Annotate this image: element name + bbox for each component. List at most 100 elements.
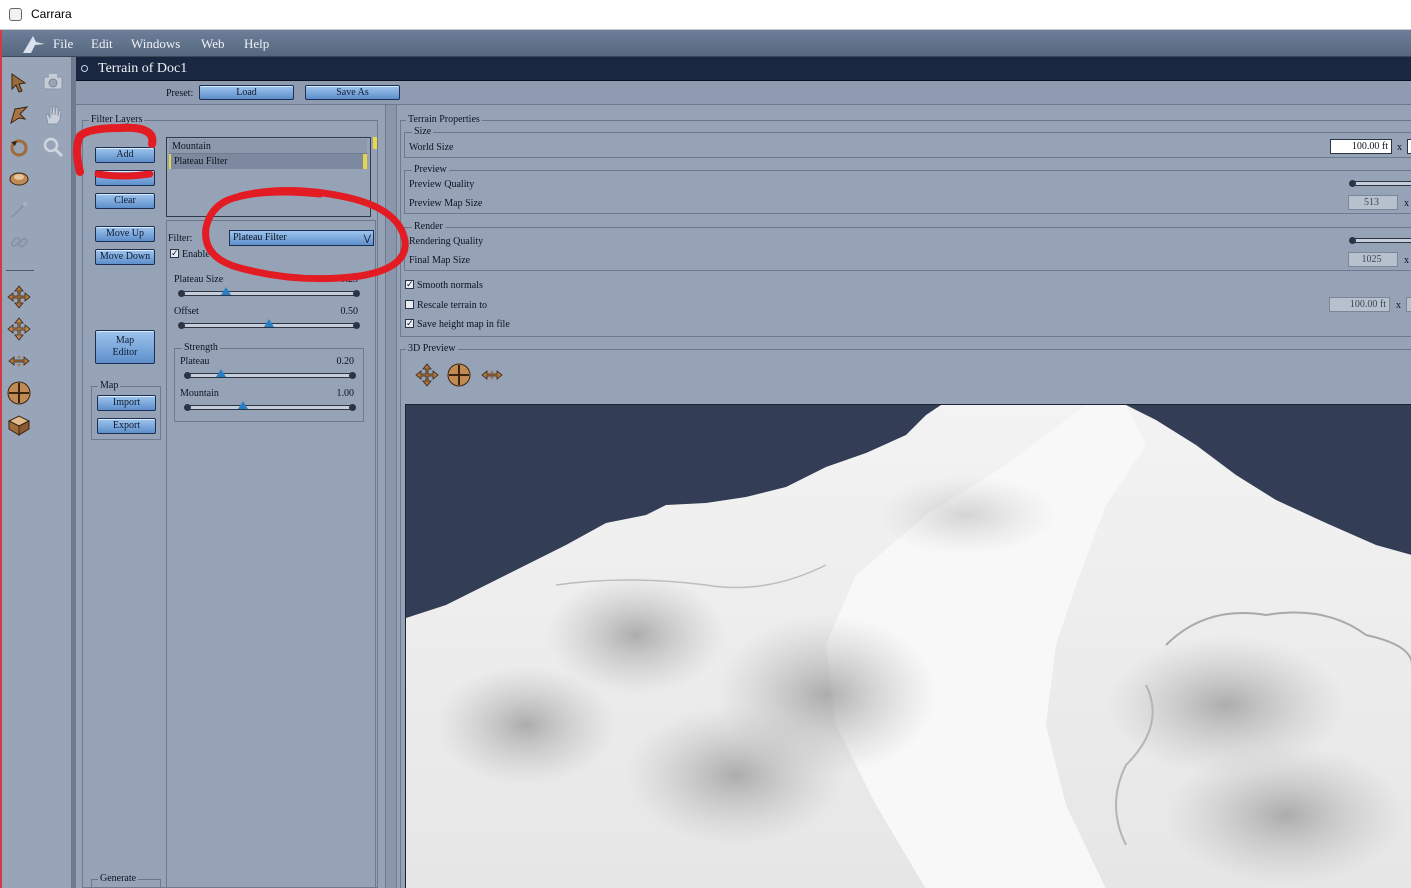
- orbit-disc-icon[interactable]: [6, 165, 32, 191]
- filter-layer-list[interactable]: Mountain Plateau Filter: [166, 137, 371, 217]
- menu-windows[interactable]: Windows: [131, 36, 180, 52]
- add-layer-button[interactable]: Add: [95, 147, 155, 163]
- offset-slider[interactable]: [178, 319, 360, 329]
- preview-trackball-icon[interactable]: [446, 362, 472, 388]
- move-4way-icon[interactable]: [6, 284, 32, 310]
- preview-3d-title: 3D Preview: [406, 343, 458, 354]
- offset-label: Offset: [174, 306, 199, 317]
- terrain-3d-viewport[interactable]: [405, 404, 1411, 888]
- map-editor-button[interactable]: Map Editor: [95, 330, 155, 364]
- tool-palette: [2, 57, 72, 888]
- preview-group-title: Preview: [412, 164, 449, 175]
- collapse-circle-icon[interactable]: [81, 65, 88, 72]
- rescale-terrain-y-input[interactable]: [1406, 297, 1411, 312]
- move-plane-icon[interactable]: [6, 316, 32, 342]
- toolbar-divider[interactable]: [72, 57, 76, 888]
- strength-mountain-value: 1.00: [336, 388, 355, 399]
- filter-type-select[interactable]: Plateau Filter ⋁: [229, 230, 374, 246]
- final-map-size-x-label: x: [1404, 255, 1409, 266]
- preview-dolly-icon[interactable]: [479, 362, 505, 388]
- world-size-input[interactable]: 100.00 ft: [1330, 139, 1392, 154]
- document-title: Terrain of Doc1: [98, 61, 188, 76]
- virtual-trackball-icon[interactable]: [6, 380, 32, 406]
- plateau-size-value: 0.25: [340, 274, 359, 285]
- rescale-terrain-checkbox[interactable]: [405, 300, 414, 309]
- preset-save-as-button[interactable]: Save As: [305, 85, 400, 100]
- strength-mountain-slider-thumb[interactable]: [237, 401, 248, 409]
- smooth-normals-label: Smooth normals: [417, 280, 483, 291]
- texture-plane-icon[interactable]: [6, 412, 32, 438]
- menu-edit[interactable]: Edit: [91, 36, 113, 52]
- map-import-button[interactable]: Import: [97, 395, 156, 411]
- carrara-logo-icon[interactable]: [20, 33, 46, 55]
- remove-layer-button[interactable]: [95, 170, 155, 186]
- preview-move-icon[interactable]: [414, 362, 440, 388]
- filter-layers-title: Filter Layers: [89, 114, 145, 125]
- strength-mountain-label: Mountain: [180, 388, 219, 399]
- strength-plateau-slider-thumb[interactable]: [215, 369, 226, 377]
- preset-bar: Preset: Load Save As: [76, 81, 1411, 105]
- plateau-size-slider-thumb[interactable]: [220, 287, 231, 295]
- strength-plateau-slider[interactable]: [184, 369, 356, 379]
- link-icon[interactable]: [6, 229, 32, 255]
- enable-checkbox[interactable]: ✓: [170, 249, 179, 258]
- world-size-label: World Size: [409, 142, 454, 153]
- layer-row-mountain[interactable]: Mountain: [169, 139, 367, 154]
- preview-map-size-label: Preview Map Size: [409, 198, 483, 209]
- map-editor-label-line1: Map: [115, 335, 135, 346]
- menu-web[interactable]: Web: [201, 36, 225, 52]
- layer-list-scrollbar[interactable]: [373, 137, 377, 149]
- map-editor-label-line2: Editor: [112, 347, 138, 358]
- chevron-down-icon: ⋁: [363, 233, 371, 243]
- offset-value: 0.50: [340, 306, 359, 317]
- plateau-size-slider[interactable]: [178, 287, 360, 297]
- filter-label: Filter:: [168, 233, 193, 244]
- final-map-size-label: Final Map Size: [409, 255, 471, 266]
- world-size-y-input[interactable]: [1407, 139, 1411, 154]
- smooth-normals-checkbox[interactable]: ✓: [405, 280, 414, 289]
- panel-splitter[interactable]: [385, 105, 397, 888]
- preview-map-size-input[interactable]: 513: [1348, 195, 1398, 210]
- toolbar-separator: [6, 270, 34, 271]
- render-settings-group: [404, 227, 1411, 271]
- magnifier-icon[interactable]: [40, 134, 66, 160]
- plateau-size-label: Plateau Size: [174, 274, 224, 285]
- rotate-icon[interactable]: [6, 134, 32, 160]
- preview-quality-slider[interactable]: [1349, 180, 1411, 187]
- preset-load-button[interactable]: Load: [199, 85, 294, 100]
- layer-row-plateau-filter[interactable]: Plateau Filter: [169, 154, 367, 169]
- move-arrow-icon[interactable]: [6, 102, 32, 128]
- move-down-button[interactable]: Move Down: [95, 249, 155, 265]
- generate-group-title: Generate: [98, 873, 139, 884]
- rescale-x-label: x: [1396, 300, 1401, 311]
- select-arrow-icon[interactable]: [6, 69, 32, 95]
- eyedropper-icon[interactable]: [6, 197, 32, 223]
- offset-slider-thumb[interactable]: [264, 319, 274, 327]
- hand-pan-icon[interactable]: [40, 102, 66, 128]
- menu-help[interactable]: Help: [244, 36, 269, 52]
- rendering-quality-slider[interactable]: [1349, 237, 1411, 244]
- move-up-button[interactable]: Move Up: [95, 226, 155, 242]
- preview-map-size-x-label: x: [1404, 198, 1409, 209]
- menu-file[interactable]: File: [53, 36, 73, 52]
- move-horizontal-icon[interactable]: [6, 348, 32, 374]
- strength-group-title: Strength: [182, 342, 220, 353]
- size-group-title: Size: [412, 126, 434, 137]
- final-map-size-input[interactable]: 1025: [1348, 252, 1398, 267]
- preview-settings-group: [404, 170, 1411, 214]
- menubar: File Edit Windows Web Help: [2, 30, 1411, 57]
- document-header: Terrain of Doc1: [76, 57, 1411, 81]
- camera-icon[interactable]: [40, 69, 66, 95]
- filter-type-value: Plateau Filter: [233, 232, 287, 243]
- rescale-terrain-label: Rescale terrain to: [417, 300, 487, 311]
- strength-mountain-slider[interactable]: [184, 401, 356, 411]
- strength-plateau-label: Plateau: [180, 356, 210, 367]
- enable-label: Enable: [182, 249, 210, 260]
- terrain-render-image: [406, 405, 1411, 888]
- rescale-terrain-input[interactable]: 100.00 ft: [1329, 297, 1390, 312]
- render-group-title: Render: [412, 221, 445, 232]
- rendering-quality-label: Rendering Quality: [409, 236, 484, 247]
- save-height-map-checkbox[interactable]: ✓: [405, 319, 414, 328]
- clear-layers-button[interactable]: Clear: [95, 193, 155, 209]
- map-export-button[interactable]: Export: [97, 418, 156, 434]
